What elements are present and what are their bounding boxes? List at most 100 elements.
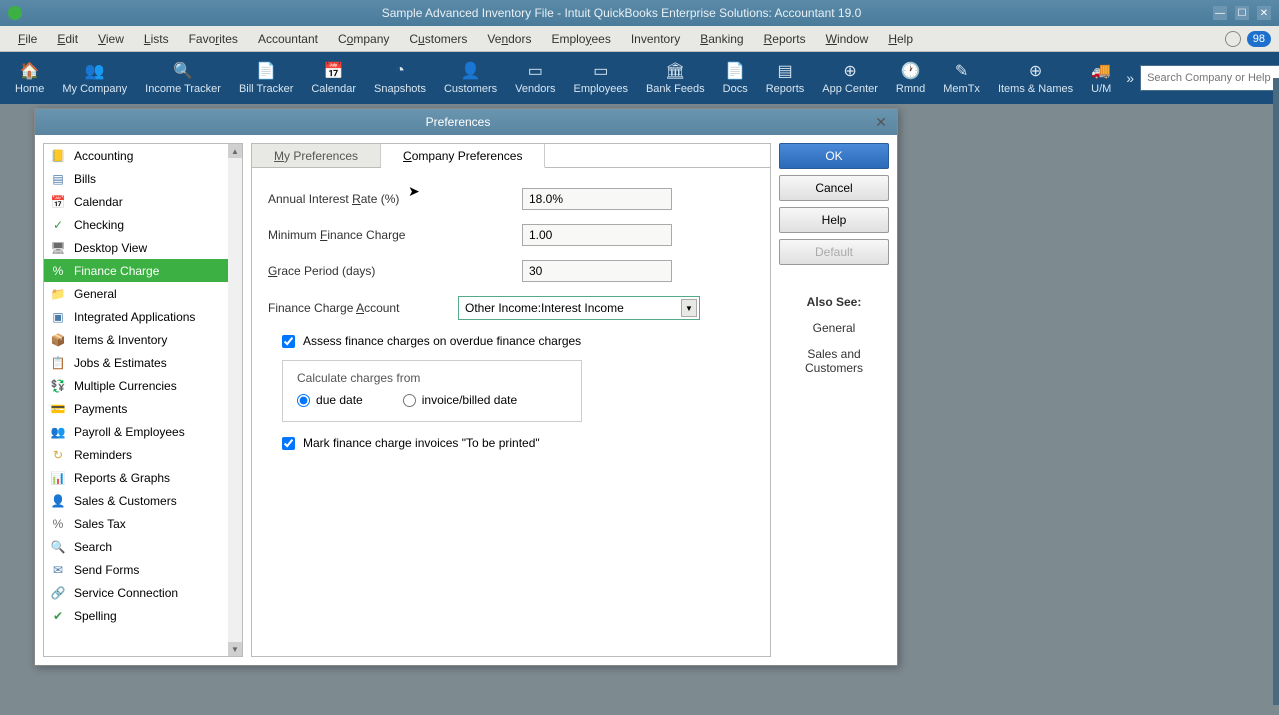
toolbar-icon: 🚚	[1091, 61, 1111, 81]
tab-company-preferences[interactable]: Company Preferences	[381, 144, 545, 168]
annual-rate-input[interactable]	[522, 188, 672, 210]
finance-account-value: Other Income:Interest Income	[465, 301, 624, 315]
sidebar-item-checking[interactable]: ✓Checking	[44, 213, 228, 236]
due-date-radio[interactable]: due date	[297, 393, 363, 407]
reminders-badge[interactable]: 98	[1247, 31, 1271, 47]
toolbar-docs[interactable]: 📄 Docs	[714, 52, 757, 104]
sidebar-item-search[interactable]: 🔍Search	[44, 535, 228, 558]
menu-file[interactable]: File	[8, 32, 47, 46]
menu-company[interactable]: Company	[328, 32, 399, 46]
menu-window[interactable]: Window	[816, 32, 879, 46]
toolbar-label: Docs	[723, 83, 748, 95]
sidebar-scrollbar[interactable]: ▲ ▼	[228, 144, 242, 656]
sidebar-icon: 💳	[48, 401, 68, 417]
menu-employees[interactable]: Employees	[541, 32, 620, 46]
sidebar-item-multiple-currencies[interactable]: 💱Multiple Currencies	[44, 374, 228, 397]
toolbar-snapshots[interactable]: ◔Snapshots	[365, 52, 435, 104]
menu-edit[interactable]: Edit	[47, 32, 88, 46]
sidebar-item-service-connection[interactable]: 🔗Service Connection	[44, 581, 228, 604]
finance-account-select[interactable]: Other Income:Interest Income ▼	[458, 296, 700, 320]
grace-period-input[interactable]	[522, 260, 672, 282]
maximize-button[interactable]: ☐	[1235, 6, 1249, 20]
menu-reports[interactable]: Reports	[754, 32, 816, 46]
dialog-title: Preferences	[43, 115, 873, 129]
toolbar-memtx[interactable]: ✎MemTx	[934, 52, 989, 104]
toolbar-icon: ▭	[525, 61, 545, 81]
toolbar-label: Income Tracker	[145, 83, 221, 95]
scroll-up-arrow[interactable]: ▲	[228, 144, 242, 158]
menu-banking[interactable]: Banking	[690, 32, 753, 46]
ok-button[interactable]: OK	[779, 143, 889, 169]
menu-help[interactable]: Help	[878, 32, 923, 46]
sidebar-icon: ✉	[48, 562, 68, 578]
search-input[interactable]	[1140, 65, 1279, 91]
menu-inventory[interactable]: Inventory	[621, 32, 690, 46]
window-title: Sample Advanced Inventory File - Intuit …	[30, 6, 1213, 20]
toolbar-app-center[interactable]: ⊕App Center	[813, 52, 887, 104]
toolbar-overflow-icon[interactable]: »	[1120, 70, 1140, 86]
sidebar-item-reports-graphs[interactable]: 📊Reports & Graphs	[44, 466, 228, 489]
sidebar-item-reminders[interactable]: ↻Reminders	[44, 443, 228, 466]
also-see-general[interactable]: General	[779, 321, 889, 335]
toolbar-label: Items & Names	[998, 83, 1073, 95]
sidebar-item-jobs-estimates[interactable]: 📋Jobs & Estimates	[44, 351, 228, 374]
min-charge-input[interactable]	[522, 224, 672, 246]
sidebar-item-sales-customers[interactable]: 👤Sales & Customers	[44, 489, 228, 512]
menu-favorites[interactable]: Favorites	[179, 32, 248, 46]
sidebar-label: Reports & Graphs	[74, 471, 170, 485]
annual-rate-label: Annual Interest Rate (%)	[268, 192, 522, 206]
toolbar-calendar[interactable]: 📅Calendar	[302, 52, 365, 104]
menubar: File Edit View Lists Favorites Accountan…	[0, 26, 1279, 52]
toolbar-bank-feeds[interactable]: 🏛Bank Feeds	[637, 52, 714, 104]
close-button[interactable]: ✕	[1257, 6, 1271, 20]
menu-vendors[interactable]: Vendors	[477, 32, 541, 46]
menu-view[interactable]: View	[88, 32, 134, 46]
dropdown-arrow-icon[interactable]: ▼	[681, 299, 697, 317]
toolbar-items-names[interactable]: ⊕Items & Names	[989, 52, 1082, 104]
toolbar-icon: ◔	[390, 61, 410, 81]
cancel-button[interactable]: Cancel	[779, 175, 889, 201]
preferences-main: My Preferences Company Preferences Annua…	[251, 143, 771, 657]
sidebar-item-send-forms[interactable]: ✉Send Forms	[44, 558, 228, 581]
toolbar-home[interactable]: 🏠Home	[6, 52, 53, 104]
invoice-date-radio[interactable]: invoice/billed date	[403, 393, 517, 407]
toolbar-icon: 📄	[725, 61, 745, 81]
also-see-sales[interactable]: Sales and Customers	[779, 347, 889, 375]
toolbar-customers[interactable]: 👤Customers	[435, 52, 506, 104]
sidebar-item-payroll-employees[interactable]: 👥Payroll & Employees	[44, 420, 228, 443]
default-button[interactable]: Default	[779, 239, 889, 265]
menu-lists[interactable]: Lists	[134, 32, 179, 46]
toolbar-label: Rmnd	[896, 83, 925, 95]
toolbar-rmnd[interactable]: 🕐Rmnd	[887, 52, 934, 104]
sidebar-item-desktop-view[interactable]: 🖥Desktop View	[44, 236, 228, 259]
sidebar-item-integrated-applications[interactable]: ▣Integrated Applications	[44, 305, 228, 328]
minimize-button[interactable]: —	[1213, 6, 1227, 20]
toolbar-my-company[interactable]: 👥My Company	[53, 52, 136, 104]
sidebar-item-payments[interactable]: 💳Payments	[44, 397, 228, 420]
sidebar-item-accounting[interactable]: 📒Accounting	[44, 144, 228, 167]
reminders-clock-icon[interactable]	[1225, 31, 1241, 47]
toolbar-label: App Center	[822, 83, 878, 95]
toolbar-vendors[interactable]: ▭Vendors	[506, 52, 564, 104]
sidebar-item-calendar[interactable]: 📅Calendar	[44, 190, 228, 213]
sidebar-item-bills[interactable]: ▤Bills	[44, 167, 228, 190]
assess-charges-checkbox[interactable]	[282, 335, 295, 348]
menu-accountant[interactable]: Accountant	[248, 32, 328, 46]
sidebar-item-finance-charge[interactable]: %Finance Charge	[44, 259, 228, 282]
sidebar-item-spelling[interactable]: ✔Spelling	[44, 604, 228, 627]
sidebar-item-general[interactable]: 📁General	[44, 282, 228, 305]
dialog-close-icon[interactable]: ✕	[873, 114, 889, 131]
toolbar-label: U/M	[1091, 83, 1111, 95]
help-button[interactable]: Help	[779, 207, 889, 233]
sidebar-item-items-inventory[interactable]: 📦Items & Inventory	[44, 328, 228, 351]
toolbar-u-m[interactable]: 🚚 U/M	[1082, 52, 1120, 104]
sidebar-item-sales-tax[interactable]: %Sales Tax	[44, 512, 228, 535]
tab-my-preferences[interactable]: My Preferences	[252, 144, 381, 167]
toolbar-reports[interactable]: ▤Reports	[757, 52, 814, 104]
scroll-down-arrow[interactable]: ▼	[228, 642, 242, 656]
toolbar-bill-tracker[interactable]: 📄Bill Tracker	[230, 52, 302, 104]
menu-customers[interactable]: Customers	[399, 32, 477, 46]
toolbar-employees[interactable]: ▭Employees	[565, 52, 637, 104]
toolbar-income-tracker[interactable]: 🔍Income Tracker	[136, 52, 230, 104]
mark-printed-checkbox[interactable]	[282, 437, 295, 450]
